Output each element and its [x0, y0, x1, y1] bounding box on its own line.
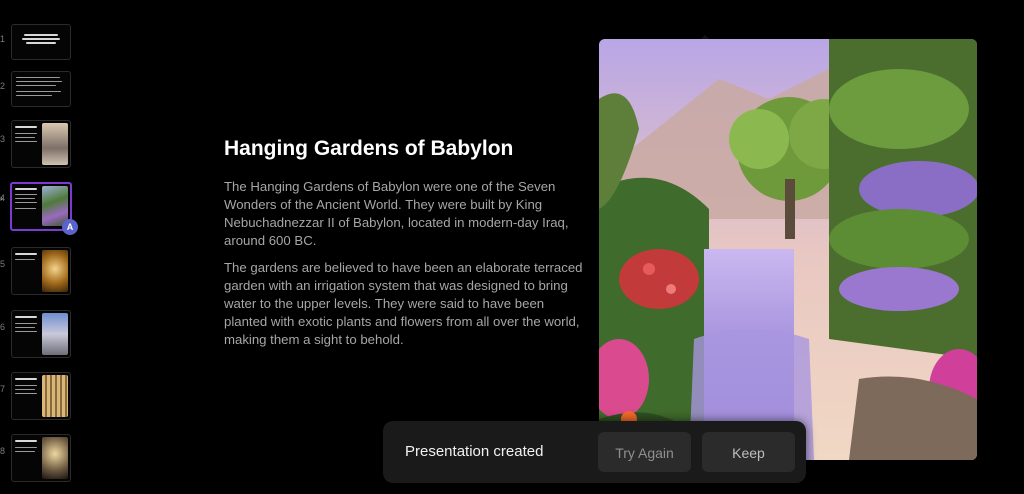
slide-preview[interactable] [11, 310, 71, 358]
collaborator-avatar[interactable]: A [62, 219, 78, 235]
slide-content: Hanging Gardens of Babylon The Hanging G… [224, 136, 584, 358]
slide-number: 4 [0, 193, 6, 203]
slide-preview[interactable] [11, 120, 71, 168]
slide-paragraph-2[interactable]: The gardens are believed to have been an… [224, 259, 584, 349]
slide-preview[interactable] [11, 434, 71, 482]
slide-thumbnail[interactable]: 5 [0, 247, 80, 295]
try-again-button[interactable]: Try Again [598, 432, 691, 472]
slide-paragraph-1[interactable]: The Hanging Gardens of Babylon were one … [224, 178, 584, 250]
colossus-image [42, 437, 68, 479]
slide-thumbnail[interactable]: 2 [0, 71, 80, 111]
mountain-image [42, 123, 68, 165]
presentation-created-toast: Presentation created Try Again Keep [383, 421, 806, 483]
slide-number: 7 [0, 384, 6, 394]
slide-thumbnail[interactable]: 3 [0, 120, 80, 168]
slide-thumbnail[interactable]: 8 [0, 434, 80, 482]
slide-preview[interactable] [11, 71, 71, 107]
slide-thumbnail-sidebar: 1 2 3 › 4 A 5 6 7 8 [0, 0, 80, 494]
keep-button[interactable]: Keep [702, 432, 795, 472]
temple-image [42, 375, 68, 417]
slide-preview[interactable] [11, 24, 71, 60]
slide-thumbnail[interactable]: 1 [0, 24, 80, 64]
hanging-gardens-illustration [599, 39, 977, 460]
slide-title[interactable]: Hanging Gardens of Babylon [224, 136, 584, 162]
slide-number: 5 [0, 259, 6, 269]
slide-preview[interactable] [11, 247, 71, 295]
slide-preview[interactable] [11, 372, 71, 420]
toast-message: Presentation created [405, 443, 544, 460]
slide-thumbnail[interactable]: 7 [0, 372, 80, 420]
slide-thumbnail[interactable]: 6 [0, 310, 80, 358]
slide-number: 8 [0, 446, 6, 456]
slide-number: 3 [0, 134, 6, 144]
slide-image[interactable] [599, 39, 977, 460]
gold-image [42, 250, 68, 292]
statue-image [42, 313, 68, 355]
slide-number: 6 [0, 322, 6, 332]
slide-number: 2 [0, 81, 6, 91]
slide-number: 1 [0, 34, 6, 44]
